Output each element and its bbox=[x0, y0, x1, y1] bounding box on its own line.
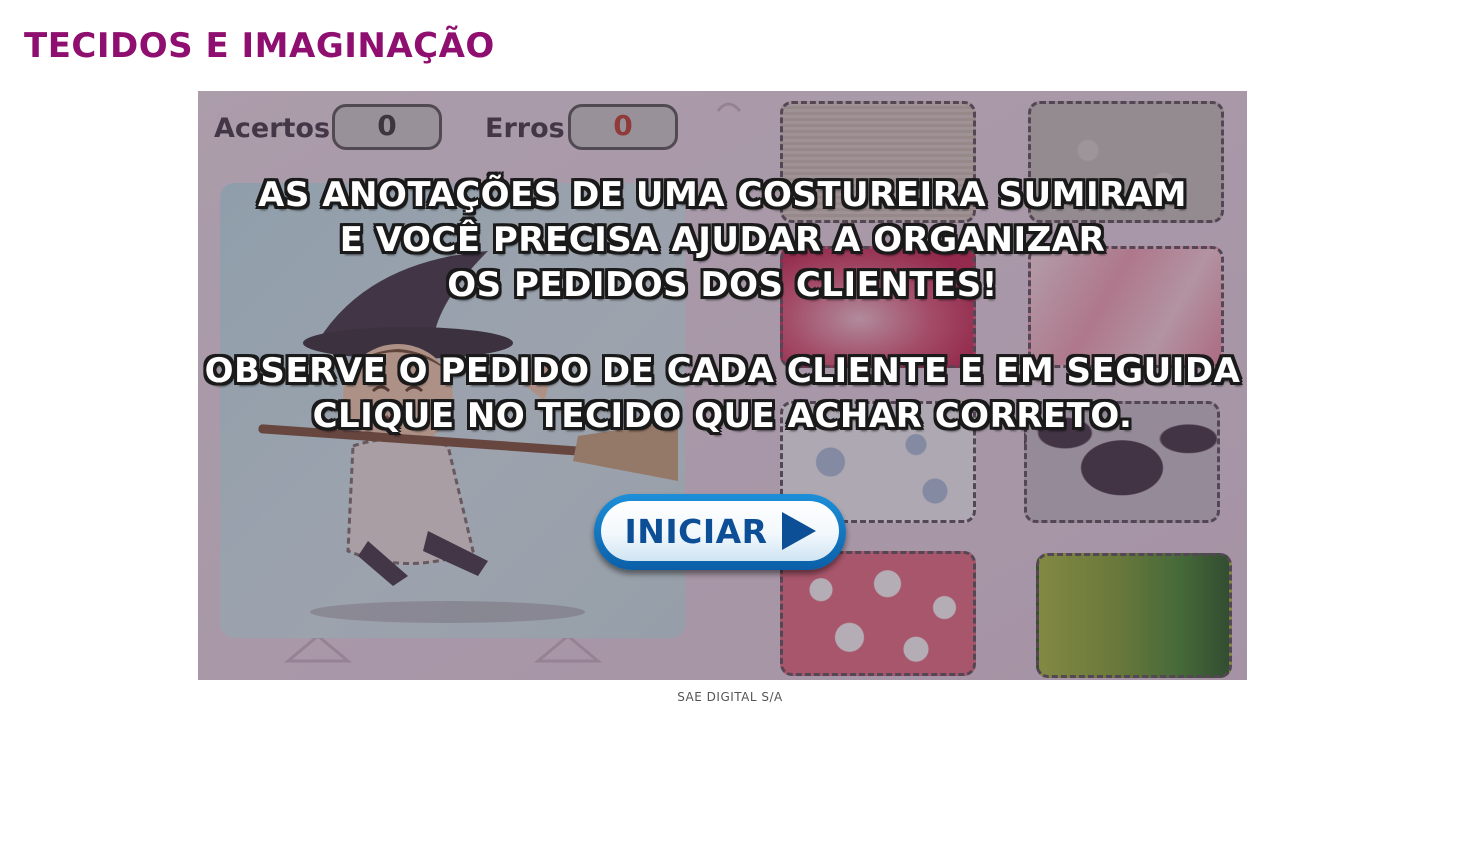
instruction-line: OS PEDIDOS DOS CLIENTES! bbox=[447, 265, 998, 305]
play-icon bbox=[781, 512, 816, 550]
instruction-line: OBSERVE O PEDIDO DE CADA CLIENTE E EM SE… bbox=[204, 351, 1241, 391]
start-button-label: INICIAR bbox=[624, 511, 768, 551]
instruction-line: AS ANOTAÇÕES DE UMA COSTUREIRA SUMIRAM bbox=[258, 175, 1187, 215]
instruction-line: CLIQUE NO TECIDO QUE ACHAR CORRETO. bbox=[312, 396, 1133, 436]
start-button-face: INICIAR bbox=[601, 501, 839, 561]
instructions-block-1: AS ANOTAÇÕES DE UMA COSTUREIRA SUMIRAM E… bbox=[198, 173, 1247, 308]
footer-credit: SAE DIGITAL S/A bbox=[677, 690, 783, 704]
game-stage[interactable]: Acertos 0 Erros 0 AS ANOTAÇÕES DE UMA CO… bbox=[198, 91, 1247, 680]
start-button[interactable]: INICIAR bbox=[594, 494, 846, 570]
instruction-line: E VOCÊ PRECISA AJUDAR A ORGANIZAR bbox=[339, 220, 1106, 260]
page-title: TECIDOS E IMAGINAÇÃO bbox=[24, 26, 495, 66]
instructions-block-2: OBSERVE O PEDIDO DE CADA CLIENTE E EM SE… bbox=[198, 349, 1247, 439]
